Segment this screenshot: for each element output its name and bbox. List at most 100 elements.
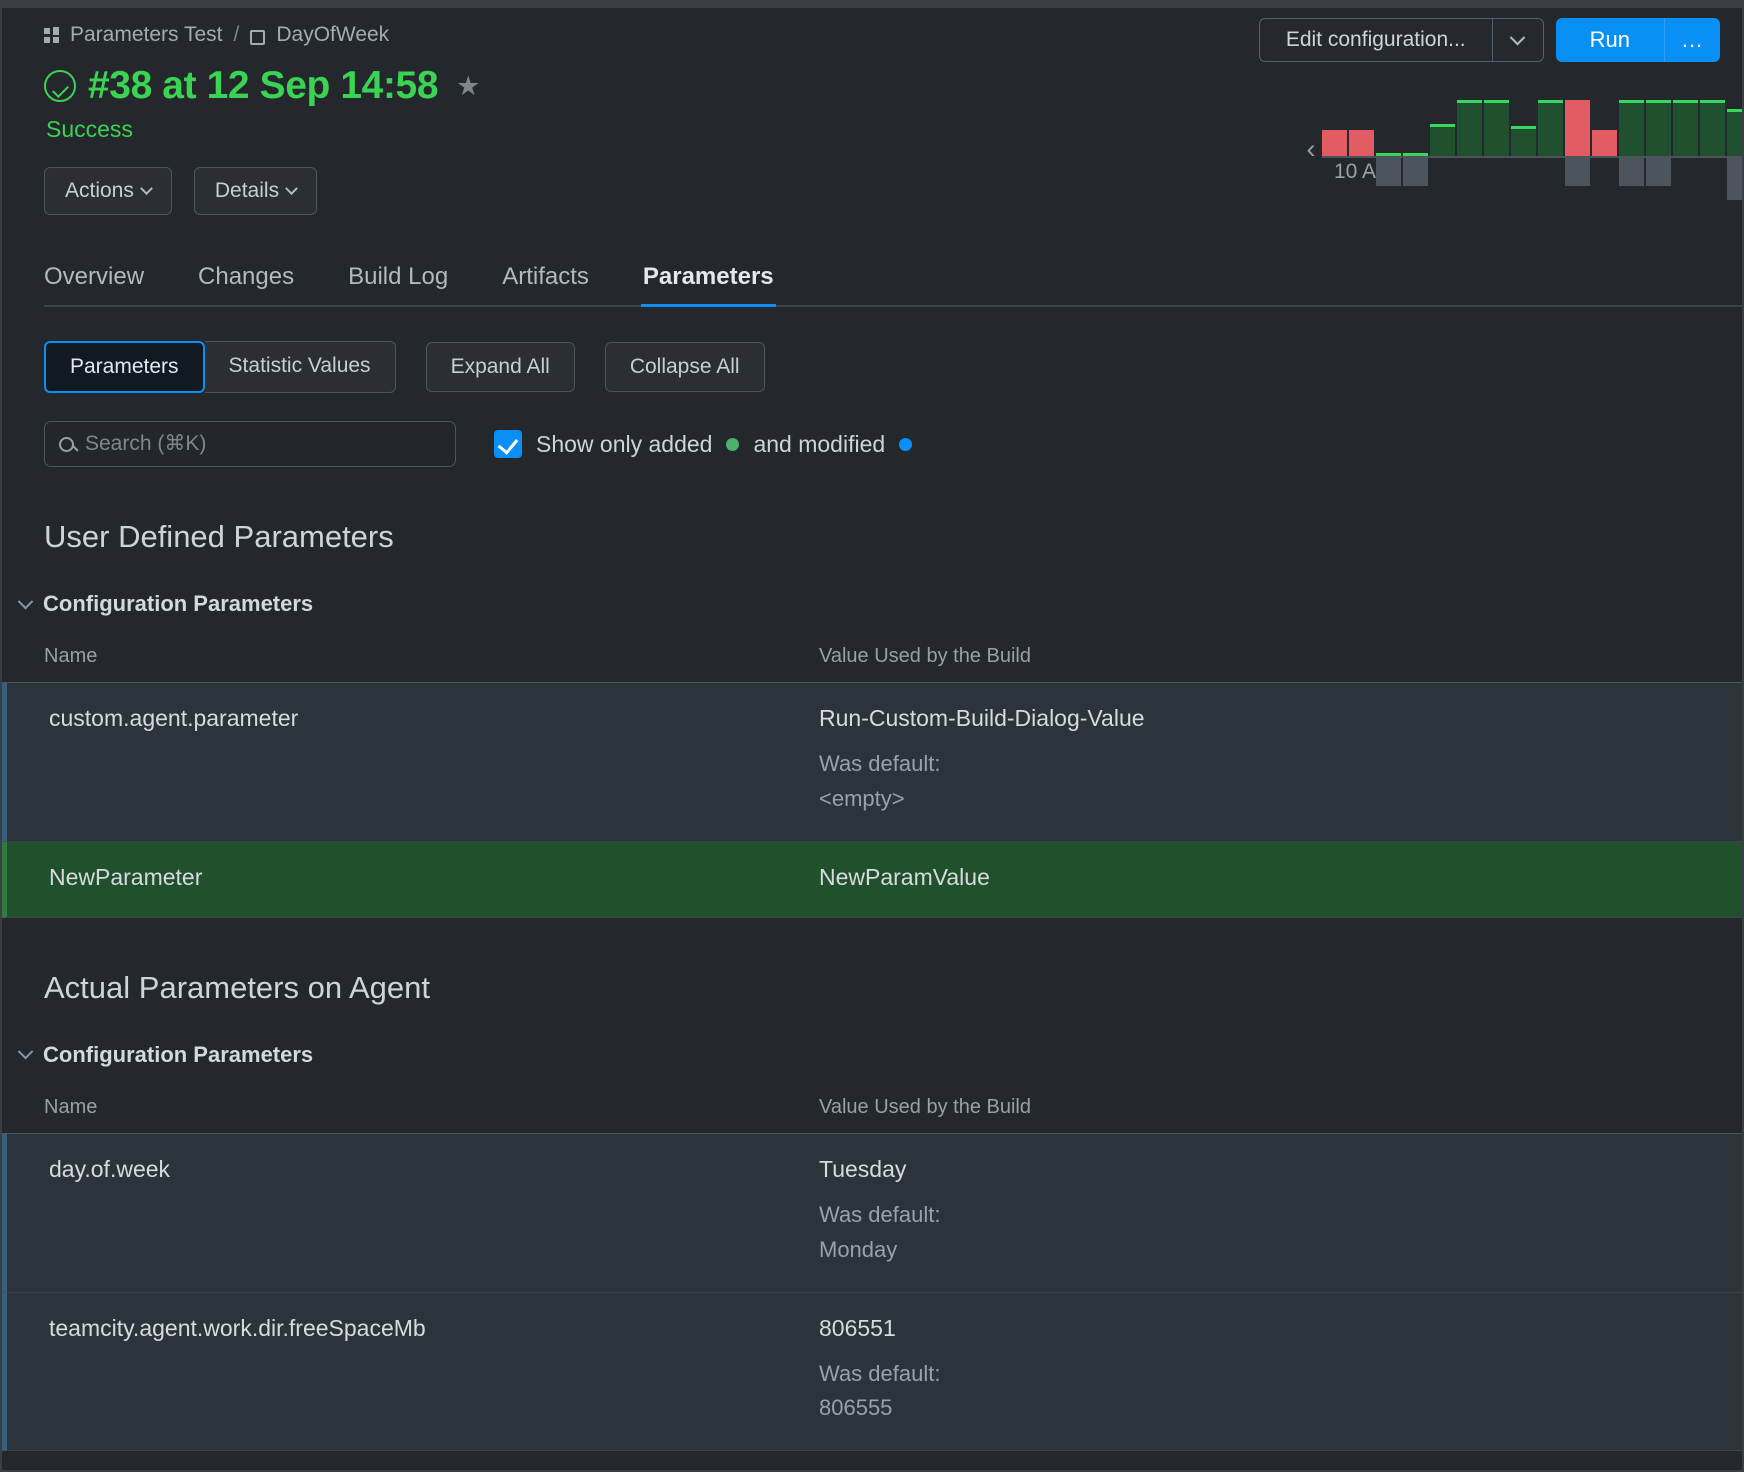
parameter-name: teamcity.agent.work.dir.freeSpaceMb <box>49 1315 819 1425</box>
details-button[interactable]: Details <box>194 167 317 215</box>
was-default-value: 806555 <box>819 1392 940 1424</box>
run-button[interactable]: Run <box>1556 18 1664 62</box>
tab-changes[interactable]: Changes <box>198 263 294 307</box>
table-row[interactable]: teamcity.agent.work.dir.freeSpaceMb80655… <box>2 1293 1742 1452</box>
parameter-value: Run-Custom-Build-Dialog-Value <box>819 705 1145 732</box>
parameters-controls: Parameters Statistic Values Expand All C… <box>44 341 1742 393</box>
history-prev-button[interactable]: ‹ <box>1300 134 1322 165</box>
parameter-name: day.of.week <box>49 1156 819 1266</box>
history-bar[interactable] <box>1565 94 1590 204</box>
chevron-down-icon <box>285 182 298 195</box>
tab-parameters-view[interactable]: Parameters <box>44 341 205 393</box>
parameter-value-cell: Tuesday Was default:Monday <box>819 1156 940 1266</box>
history-bar[interactable] <box>1457 94 1482 204</box>
parameter-name: NewParameter <box>49 864 819 891</box>
history-bar[interactable] <box>1511 94 1536 204</box>
tab-parameters[interactable]: Parameters <box>643 263 774 307</box>
tab-statistic-values-view[interactable]: Statistic Values <box>205 341 396 393</box>
was-default-block: Was default:<empty> <box>819 748 1145 815</box>
parameter-value-cell: Run-Custom-Build-Dialog-Value Was default… <box>819 705 1145 815</box>
history-duration-bar <box>1727 158 1744 200</box>
chevron-down-icon <box>1510 29 1526 45</box>
breadcrumb-buildconfig-link[interactable]: DayOfWeek <box>276 23 389 47</box>
was-default-label: Was default: <box>819 1199 940 1231</box>
build-config-icon <box>250 30 265 45</box>
search-and-filter-row: Show only added and modified <box>44 421 1742 467</box>
history-bar-fill <box>1700 100 1725 156</box>
build-details-window: Parameters Test / DayOfWeek #38 at 12 Se… <box>0 0 1744 1472</box>
history-bar[interactable] <box>1646 94 1671 204</box>
group-header-configuration-parameters[interactable]: Configuration Parameters <box>20 591 1742 617</box>
history-bar-fill <box>1484 100 1509 156</box>
was-default-block: Was default:Monday <box>819 1199 940 1266</box>
history-bar-fill <box>1646 100 1671 156</box>
tab-artifacts[interactable]: Artifacts <box>502 263 589 307</box>
history-bar[interactable] <box>1700 94 1725 204</box>
edit-configuration-dropdown-button[interactable] <box>1492 18 1544 62</box>
edit-configuration-button[interactable]: Edit configuration... <box>1259 18 1492 62</box>
history-bar[interactable] <box>1673 94 1698 204</box>
history-bar-fill <box>1565 100 1590 156</box>
show-only-added-label: Show only added <box>536 431 712 458</box>
build-tabs: Overview Changes Build Log Artifacts Paramet… <box>44 263 1742 307</box>
history-bar[interactable] <box>1538 94 1563 204</box>
history-bar-fill <box>1349 130 1374 156</box>
show-only-checkbox[interactable] <box>494 430 522 458</box>
section-title: User Defined Parameters <box>44 519 1742 555</box>
history-duration-bar <box>1376 158 1401 186</box>
history-bar[interactable] <box>1322 94 1347 204</box>
parameter-value-cell: NewParamValue <box>819 864 990 891</box>
was-default-label: Was default: <box>819 1358 940 1390</box>
parameter-sections: User Defined Parameters Configuration Par… <box>2 519 1742 1451</box>
parameters-table: NameValue Used by the Buildday.of.weekTu… <box>2 1096 1742 1452</box>
show-only-added-modified-filter: Show only added and modified <box>494 430 912 458</box>
actions-button[interactable]: Actions <box>44 167 172 215</box>
tab-build-log[interactable]: Build Log <box>348 263 448 307</box>
run-options-button[interactable]: ... <box>1664 18 1720 62</box>
group-header-configuration-parameters[interactable]: Configuration Parameters <box>20 1042 1742 1068</box>
favorite-star-icon[interactable]: ★ <box>456 73 480 100</box>
history-bar[interactable] <box>1727 94 1744 204</box>
history-duration-bar <box>1619 158 1644 186</box>
history-bar-fill <box>1376 153 1401 156</box>
history-bar-fill <box>1403 153 1428 156</box>
history-bar-fill <box>1457 100 1482 156</box>
history-duration-bar <box>1646 158 1671 186</box>
table-row[interactable]: NewParameterNewParamValue <box>2 842 1742 918</box>
history-bar-fill <box>1619 100 1644 156</box>
history-bar[interactable] <box>1592 94 1617 204</box>
history-bar[interactable] <box>1349 94 1374 204</box>
section-title: Actual Parameters on Agent <box>44 970 1742 1006</box>
column-header-value: Value Used by the Build <box>819 1096 1031 1119</box>
tab-overview[interactable]: Overview <box>44 263 144 307</box>
table-header: NameValue Used by the Build <box>2 1096 1742 1134</box>
breadcrumb-project-link[interactable]: Parameters Test <box>70 23 223 47</box>
history-bar[interactable] <box>1484 94 1509 204</box>
expand-all-button[interactable]: Expand All <box>426 342 575 392</box>
history-bar[interactable] <box>1376 94 1401 204</box>
chevron-down-icon <box>18 593 34 609</box>
parameter-value: NewParamValue <box>819 864 990 891</box>
search-box[interactable] <box>44 421 456 467</box>
parameter-value: Tuesday <box>819 1156 940 1183</box>
added-indicator-dot <box>726 438 739 451</box>
parameters-table: NameValue Used by the Buildcustom.agent.… <box>2 645 1742 918</box>
parameter-name: custom.agent.parameter <box>49 705 819 815</box>
view-segmented-control: Parameters Statistic Values <box>44 341 396 393</box>
history-bar[interactable] <box>1619 94 1644 204</box>
success-check-icon <box>44 70 76 102</box>
group-label: Configuration Parameters <box>43 1042 313 1068</box>
top-right-controls: Edit configuration... Run ... <box>1259 18 1720 62</box>
history-bar[interactable] <box>1430 94 1455 204</box>
collapse-all-button[interactable]: Collapse All <box>605 342 765 392</box>
chevron-down-icon <box>18 1044 34 1060</box>
history-bar[interactable] <box>1403 94 1428 204</box>
table-row[interactable]: day.of.weekTuesday Was default:Monday <box>2 1134 1742 1293</box>
history-bars[interactable]: 10 Aug <box>1322 94 1744 204</box>
history-bar-fill <box>1538 100 1563 156</box>
parameter-value-cell: 806551Was default:806555 <box>819 1315 940 1425</box>
page-title: #38 at 12 Sep 14:58 <box>88 64 438 108</box>
search-input[interactable] <box>85 432 441 456</box>
table-row[interactable]: custom.agent.parameterRun-Custom-Build-D… <box>2 683 1742 842</box>
modified-indicator-dot <box>899 438 912 451</box>
